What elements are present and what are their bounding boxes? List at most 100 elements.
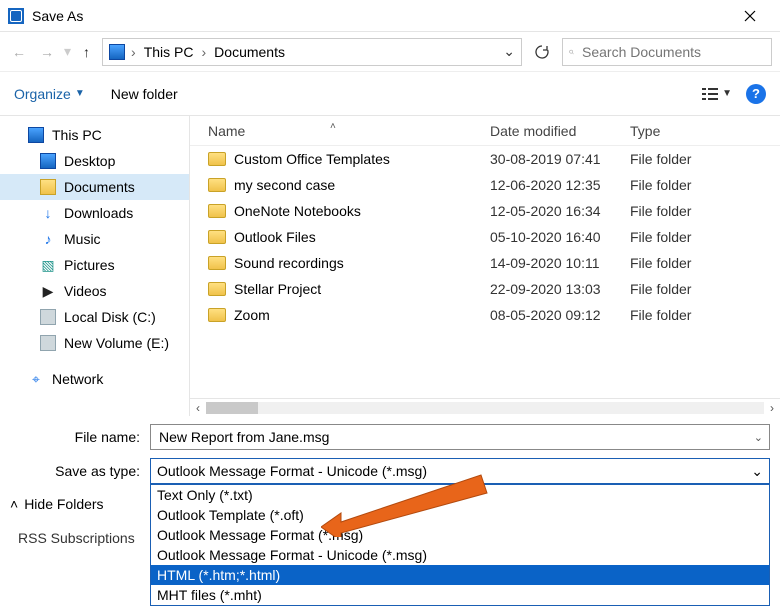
file-name-input[interactable] <box>157 428 754 446</box>
help-button[interactable]: ? <box>746 84 766 104</box>
nav-back-button[interactable]: ← <box>8 42 30 62</box>
refresh-button[interactable] <box>528 38 556 66</box>
sidebar-item-label: Desktop <box>64 153 115 169</box>
file-date: 14-09-2020 10:11 <box>490 255 630 271</box>
toolbar: Organize ▼ New folder ▼ ? <box>0 72 780 116</box>
table-row[interactable]: Zoom08-05-2020 09:12File folder <box>190 302 780 328</box>
horizontal-scrollbar[interactable]: ‹ › <box>190 398 780 416</box>
save-type-label: Save as type: <box>10 463 150 479</box>
breadcrumb-documents[interactable]: Documents <box>212 42 287 62</box>
this-pc-icon <box>109 44 125 60</box>
file-name: Outlook Files <box>234 229 316 245</box>
search-box[interactable] <box>562 38 772 66</box>
disk-icon <box>40 335 56 351</box>
file-date: 12-06-2020 12:35 <box>490 177 630 193</box>
chevron-right-icon: › <box>131 44 136 60</box>
mon-icon <box>40 153 56 169</box>
folder-icon <box>208 230 226 244</box>
close-button[interactable] <box>728 1 772 31</box>
vid-icon: ▶ <box>40 283 56 300</box>
table-row[interactable]: Stellar Project22-09-2020 13:03File fold… <box>190 276 780 302</box>
sidebar-item-network[interactable]: ⌖Network <box>0 366 189 392</box>
filename-dropdown-icon[interactable]: ⌄ <box>754 431 763 444</box>
column-headers: Name ˄ Date modified Type <box>190 116 780 146</box>
sidebar-item-videos[interactable]: ▶Videos <box>0 278 189 304</box>
type-option[interactable]: Outlook Message Format - Unicode (*.msg) <box>151 545 769 565</box>
main-area: This PCDesktopDocuments↓Downloads♪Music▧… <box>0 116 780 416</box>
sidebar-item-this-pc[interactable]: This PC <box>0 122 189 148</box>
folder-icon <box>208 178 226 192</box>
file-name-field[interactable]: ⌄ <box>150 424 770 450</box>
sidebar-item-documents[interactable]: Documents <box>0 174 189 200</box>
scroll-left-button[interactable]: ‹ <box>196 401 200 415</box>
search-input[interactable] <box>580 43 765 61</box>
file-name: my second case <box>234 177 335 193</box>
table-row[interactable]: Custom Office Templates30-08-2019 07:41F… <box>190 146 780 172</box>
nav-up-button[interactable]: ↑ <box>77 42 96 62</box>
refresh-icon <box>534 44 550 60</box>
file-date: 22-09-2020 13:03 <box>490 281 630 297</box>
file-name: Stellar Project <box>234 281 321 297</box>
file-list: Custom Office Templates30-08-2019 07:41F… <box>190 146 780 398</box>
new-folder-button[interactable]: New folder <box>111 86 178 102</box>
sidebar-item-local-disk-c-[interactable]: Local Disk (C:) <box>0 304 189 330</box>
column-name-label: Name <box>208 123 245 139</box>
organize-menu[interactable]: Organize ▼ <box>14 86 85 102</box>
hide-folders-button[interactable]: ˄ Hide Folders <box>10 496 104 512</box>
sidebar-item-desktop[interactable]: Desktop <box>0 148 189 174</box>
table-row[interactable]: OneNote Notebooks 12-05-2020 16:34File fo… <box>190 198 780 224</box>
type-option[interactable]: MHT files (*.mht) <box>151 585 769 605</box>
type-option[interactable]: Outlook Template (*.oft) <box>151 505 769 525</box>
disk-icon <box>40 309 56 325</box>
search-icon <box>569 45 574 59</box>
file-name: OneNote Notebooks <box>234 203 361 219</box>
table-row[interactable]: Sound recordings14-09-2020 10:11File fol… <box>190 250 780 276</box>
outlook-icon <box>8 8 24 24</box>
column-date[interactable]: Date modified <box>490 123 630 139</box>
sidebar-item-label: Documents <box>64 179 135 195</box>
close-icon <box>744 10 756 22</box>
nav-forward-button[interactable]: → <box>36 42 58 62</box>
table-row[interactable]: my second case 12-06-2020 12:35File folde… <box>190 172 780 198</box>
view-options-button[interactable]: ▼ <box>702 87 732 101</box>
table-row[interactable]: Outlook Files 05-10-2020 16:40File folder <box>190 224 780 250</box>
save-form: File name: ⌄ Save as type: Outlook Messa… <box>0 416 780 484</box>
save-type-value: Outlook Message Format - Unicode (*.msg) <box>157 463 427 479</box>
sidebar-item-downloads[interactable]: ↓Downloads <box>0 200 189 226</box>
scroll-right-button[interactable]: › <box>770 401 774 415</box>
chevron-down-icon: ▼ <box>722 88 732 99</box>
chevron-down-icon: ▼ <box>75 88 85 99</box>
type-option[interactable]: HTML (*.htm;*.html) <box>151 565 769 585</box>
net-icon: ⌖ <box>28 371 44 388</box>
scroll-thumb[interactable] <box>206 402 258 414</box>
breadcrumb-bar[interactable]: › This PC › Documents ⌄ <box>102 38 522 66</box>
save-type-combo[interactable]: Outlook Message Format - Unicode (*.msg)… <box>150 458 770 484</box>
sidebar-item-new-volume-e-[interactable]: New Volume (E:) <box>0 330 189 356</box>
file-date: 12-05-2020 16:34 <box>490 203 630 219</box>
organize-label: Organize <box>14 86 71 102</box>
file-type: File folder <box>630 203 780 219</box>
sidebar-item-music[interactable]: ♪Music <box>0 226 189 252</box>
file-type: File folder <box>630 177 780 193</box>
pic-icon: ▧ <box>40 257 56 274</box>
mus-icon: ♪ <box>40 231 56 247</box>
file-date: 08-05-2020 09:12 <box>490 307 630 323</box>
chevron-down-icon[interactable]: ⌄ <box>751 463 763 480</box>
folder-icon <box>208 282 226 296</box>
column-type[interactable]: Type <box>630 123 780 139</box>
file-date: 05-10-2020 16:40 <box>490 229 630 245</box>
scroll-track[interactable] <box>206 402 764 414</box>
sidebar-item-pictures[interactable]: ▧Pictures <box>0 252 189 278</box>
file-name: Custom Office Templates <box>234 151 390 167</box>
breadcrumb-this-pc[interactable]: This PC <box>142 42 196 62</box>
file-name: Zoom <box>234 307 270 323</box>
type-option[interactable]: Outlook Message Format (*.msg) <box>151 525 769 545</box>
file-type: File folder <box>630 229 780 245</box>
save-type-dropdown: Text Only (*.txt)Outlook Template (*.oft… <box>150 484 770 606</box>
folder-icon <box>208 152 226 166</box>
type-option[interactable]: Text Only (*.txt) <box>151 485 769 505</box>
column-name[interactable]: Name ˄ <box>190 123 490 139</box>
view-icon <box>702 87 718 101</box>
fld-y-icon <box>40 179 56 195</box>
breadcrumb-dropdown[interactable]: ⌄ <box>503 43 515 60</box>
